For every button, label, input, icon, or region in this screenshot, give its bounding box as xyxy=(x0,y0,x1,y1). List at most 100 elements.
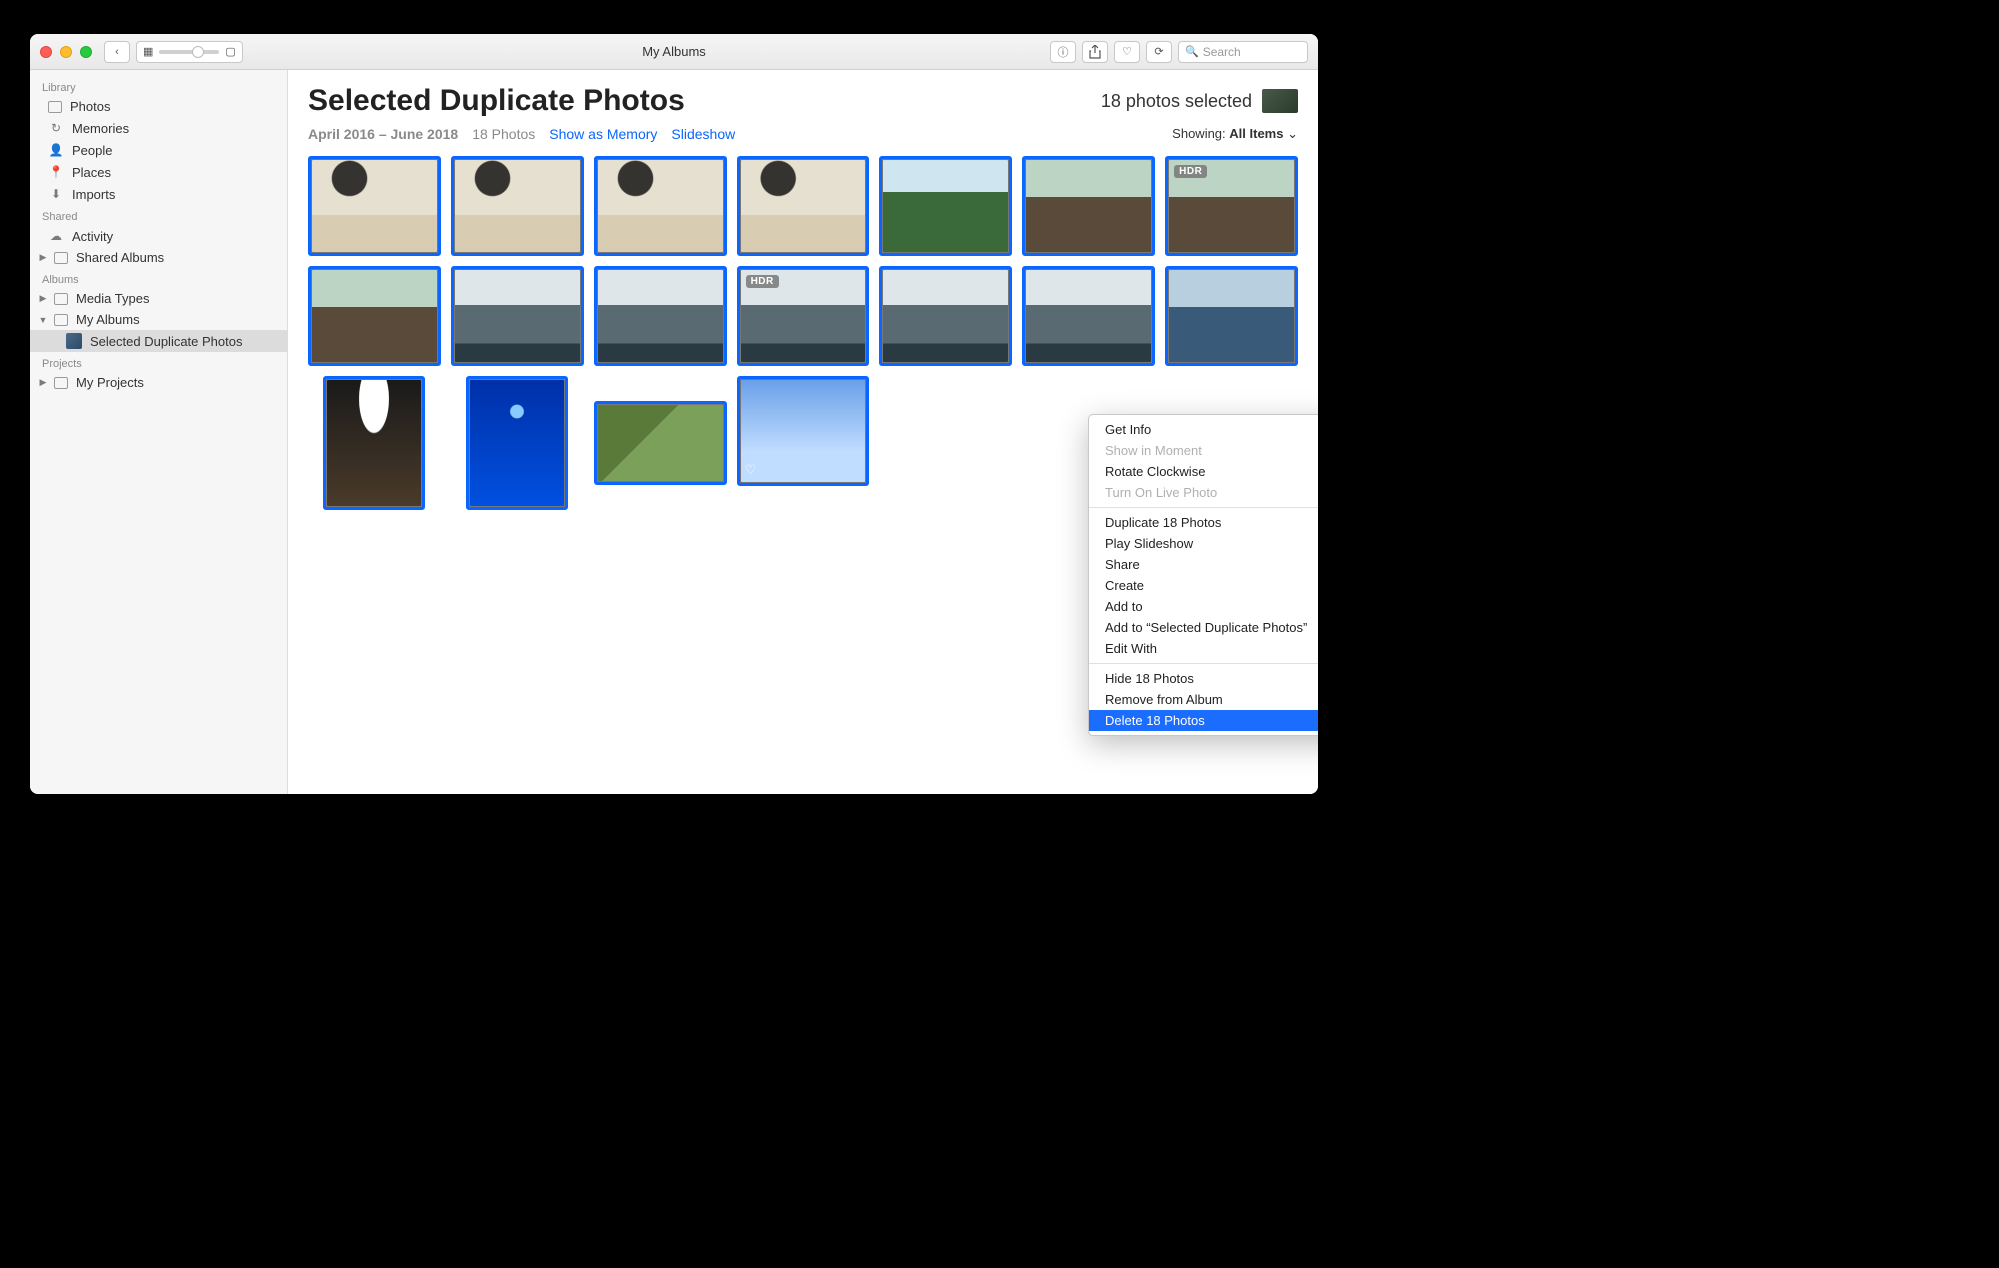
sidebar-item-shared-albums[interactable]: ▶Shared Albums xyxy=(30,247,287,268)
photo-thumb[interactable] xyxy=(879,266,1012,366)
photo-thumb[interactable] xyxy=(1165,266,1298,366)
sidebar-item-photos[interactable]: Photos xyxy=(30,96,287,117)
photo-thumb[interactable] xyxy=(737,156,870,256)
large-thumb-icon: ▢ xyxy=(225,45,235,58)
photo-thumb[interactable] xyxy=(1022,266,1155,366)
section-library: Library xyxy=(30,76,287,96)
disclosure-icon[interactable]: ▶ xyxy=(38,377,48,388)
search-placeholder: Search xyxy=(1203,45,1241,59)
menu-play-slideshow[interactable]: Play Slideshow xyxy=(1089,533,1318,554)
photo-thumb[interactable]: ♡ xyxy=(737,376,870,486)
photo-thumb[interactable]: HDR xyxy=(1165,156,1298,256)
menu-add-to-album[interactable]: Add to “Selected Duplicate Photos” xyxy=(1089,617,1318,638)
sidebar-item-memories[interactable]: ↻Memories xyxy=(30,117,287,139)
disclosure-icon[interactable]: ▼ xyxy=(38,315,48,325)
menu-turn-on-live-photo: Turn On Live Photo xyxy=(1089,482,1318,503)
traffic-lights xyxy=(40,46,92,58)
sidebar-item-activity[interactable]: ☁Activity xyxy=(30,225,287,247)
key-photo-thumb[interactable] xyxy=(1262,89,1298,113)
photo-thumb[interactable] xyxy=(1022,156,1155,256)
photos-icon xyxy=(48,101,62,113)
photo-thumb[interactable] xyxy=(323,376,425,510)
album-thumb-icon xyxy=(66,333,82,349)
photo-thumb[interactable] xyxy=(879,156,1012,256)
selection-count: 18 photos selected xyxy=(1101,91,1252,112)
photos-app-window: ‹ ▦ ▢ My Albums ⓘ ♡ ⟳ 🔍 Search Library P… xyxy=(30,34,1318,794)
photo-thumb[interactable]: HDR xyxy=(737,266,870,366)
info-button[interactable]: ⓘ xyxy=(1050,41,1076,63)
menu-separator xyxy=(1089,663,1318,664)
rotate-button[interactable]: ⟳ xyxy=(1146,41,1172,63)
chevron-down-icon: ⌄ xyxy=(1287,126,1298,141)
section-projects: Projects xyxy=(30,352,287,372)
album-icon xyxy=(54,314,68,326)
places-icon: 📍 xyxy=(48,164,64,180)
date-range: April 2016 – June 2018 xyxy=(308,126,458,142)
menu-rotate-clockwise[interactable]: Rotate Clockwise xyxy=(1089,461,1318,482)
content-area: Selected Duplicate Photos 18 photos sele… xyxy=(288,70,1318,794)
photo-thumb[interactable] xyxy=(466,376,568,510)
close-button[interactable] xyxy=(40,46,52,58)
menu-separator xyxy=(1089,507,1318,508)
minimize-button[interactable] xyxy=(60,46,72,58)
photo-thumb[interactable] xyxy=(451,156,584,256)
sidebar: Library Photos ↻Memories 👤People 📍Places… xyxy=(30,70,288,794)
sidebar-item-my-projects[interactable]: ▶My Projects xyxy=(30,372,287,393)
cloud-icon: ☁ xyxy=(48,228,64,244)
album-title: Selected Duplicate Photos xyxy=(308,84,685,118)
photo-thumb[interactable] xyxy=(308,156,441,256)
sidebar-item-people[interactable]: 👤People xyxy=(30,139,287,161)
favorite-icon: ♡ xyxy=(745,462,757,478)
share-icon xyxy=(1089,45,1101,59)
share-button[interactable] xyxy=(1082,41,1108,63)
sidebar-item-places[interactable]: 📍Places xyxy=(30,161,287,183)
sidebar-item-my-albums[interactable]: ▼My Albums xyxy=(30,309,287,330)
slideshow-link[interactable]: Slideshow xyxy=(671,126,735,142)
section-shared: Shared xyxy=(30,205,287,225)
menu-create[interactable]: Create▶ xyxy=(1089,575,1318,596)
photo-thumb[interactable] xyxy=(308,266,441,366)
photo-thumb[interactable] xyxy=(594,266,727,366)
photo-grid: HDR HDR xyxy=(308,156,1298,366)
search-icon: 🔍 xyxy=(1185,45,1199,58)
people-icon: 👤 xyxy=(48,142,64,158)
showing-filter[interactable]: Showing: All Items ⌄ xyxy=(1172,126,1298,142)
menu-show-in-moment: Show in Moment xyxy=(1089,440,1318,461)
menu-get-info[interactable]: Get Info xyxy=(1089,419,1318,440)
section-albums: Albums xyxy=(30,268,287,288)
menu-delete[interactable]: Delete 18 Photos xyxy=(1089,710,1318,731)
album-icon xyxy=(54,293,68,305)
photo-thumb[interactable] xyxy=(594,156,727,256)
hdr-badge: HDR xyxy=(746,275,779,288)
menu-hide[interactable]: Hide 18 Photos xyxy=(1089,668,1318,689)
sidebar-item-selected-duplicate-photos[interactable]: Selected Duplicate Photos xyxy=(30,330,287,352)
show-as-memory-link[interactable]: Show as Memory xyxy=(549,126,657,142)
thumbnail-size-control[interactable]: ▦ ▢ xyxy=(136,41,243,63)
album-icon xyxy=(54,252,68,264)
disclosure-icon[interactable]: ▶ xyxy=(38,293,48,304)
disclosure-icon[interactable]: ▶ xyxy=(38,252,48,263)
small-thumbs-icon: ▦ xyxy=(143,45,153,58)
sidebar-item-imports[interactable]: ⬇Imports xyxy=(30,183,287,205)
search-field[interactable]: 🔍 Search xyxy=(1178,41,1308,63)
photo-thumb[interactable] xyxy=(594,401,727,485)
menu-remove-from-album[interactable]: Remove from Album xyxy=(1089,689,1318,710)
menu-edit-with[interactable]: Edit With▶ xyxy=(1089,638,1318,659)
context-menu: Get Info Show in Moment Rotate Clockwise… xyxy=(1088,414,1318,736)
hdr-badge: HDR xyxy=(1174,165,1207,178)
sidebar-item-media-types[interactable]: ▶Media Types xyxy=(30,288,287,309)
imports-icon: ⬇ xyxy=(48,186,64,202)
photo-thumb[interactable] xyxy=(451,266,584,366)
photo-count: 18 Photos xyxy=(472,126,535,142)
favorite-button[interactable]: ♡ xyxy=(1114,41,1140,63)
menu-duplicate[interactable]: Duplicate 18 Photos xyxy=(1089,512,1318,533)
menu-share[interactable]: Share▶ xyxy=(1089,554,1318,575)
titlebar: ‹ ▦ ▢ My Albums ⓘ ♡ ⟳ 🔍 Search xyxy=(30,34,1318,70)
zoom-slider[interactable] xyxy=(159,50,219,54)
window-title: My Albums xyxy=(642,44,706,59)
fullscreen-button[interactable] xyxy=(80,46,92,58)
folder-icon xyxy=(54,377,68,389)
memories-icon: ↻ xyxy=(48,120,64,136)
back-button[interactable]: ‹ xyxy=(104,41,130,63)
menu-add-to[interactable]: Add to▶ xyxy=(1089,596,1318,617)
